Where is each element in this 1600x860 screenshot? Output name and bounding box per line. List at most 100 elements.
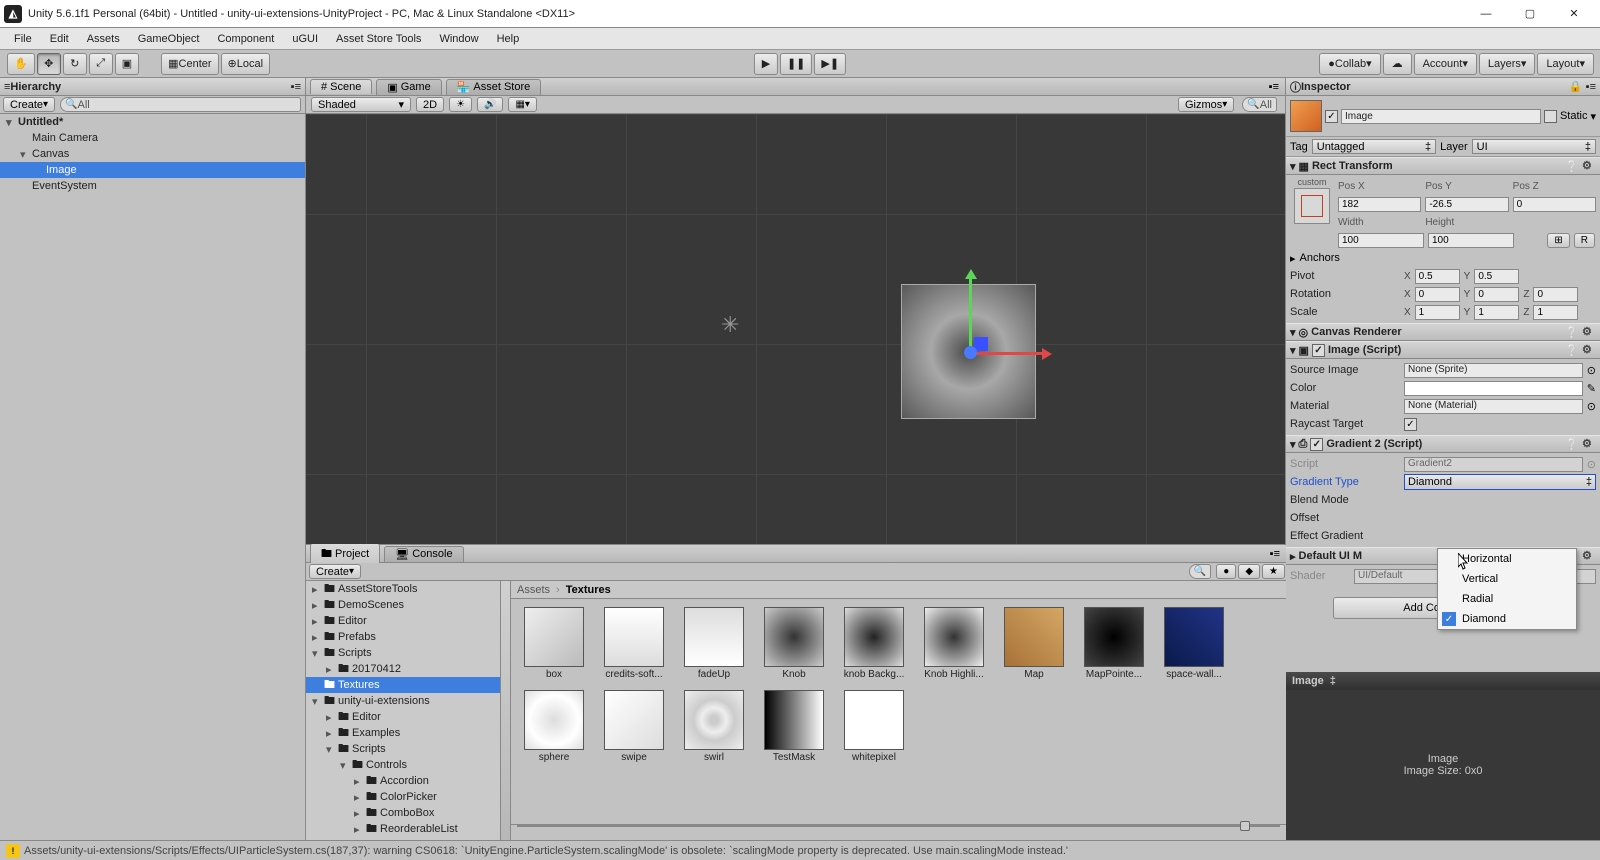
asset-item[interactable]: MapPointe... [1079, 607, 1149, 680]
scale-z-input[interactable] [1533, 305, 1578, 320]
move-handle-center[interactable] [964, 346, 977, 359]
asset-item[interactable]: Knob Highli... [919, 607, 989, 680]
tab-console[interactable]: 🖥Console [384, 546, 463, 562]
project-folder-item[interactable]: ▸🖿ComboBox [306, 805, 500, 821]
pause-button[interactable]: ❚❚ [780, 53, 812, 75]
menu-component[interactable]: Component [209, 31, 282, 47]
hierarchy-item[interactable]: ▾Canvas [0, 146, 305, 162]
gizmos-dropdown[interactable]: Gizmos ▾ [1178, 97, 1234, 112]
tab-assetstore[interactable]: 🏪Asset Store [446, 79, 542, 95]
source-image-field[interactable]: None (Sprite) [1404, 363, 1583, 378]
project-folder-item[interactable]: ▸🖿AssetStoreTools [306, 581, 500, 597]
menu-edit[interactable]: Edit [42, 31, 77, 47]
breadcrumb-assets[interactable]: Assets [517, 584, 550, 596]
project-folder-item[interactable]: ▾🖿Scripts [306, 741, 500, 757]
menu-window[interactable]: Window [431, 31, 486, 47]
project-divider[interactable] [501, 581, 511, 840]
asset-item[interactable]: swirl [679, 690, 749, 763]
anchor-preset-button[interactable] [1294, 188, 1330, 224]
project-thumbnail-slider[interactable] [511, 825, 1286, 827]
status-bar[interactable]: ! Assets/unity-ui-extensions/Scripts/Eff… [0, 840, 1600, 860]
menu-help[interactable]: Help [489, 31, 528, 47]
raw-edit-button[interactable]: R [1574, 233, 1595, 248]
move-handle-y[interactable] [969, 277, 972, 355]
popup-item-horizontal[interactable]: Horizontal [1438, 549, 1576, 569]
asset-item[interactable]: sphere [519, 690, 589, 763]
scale-x-input[interactable] [1415, 305, 1460, 320]
scene-fx-toggle[interactable]: ▦▾ [508, 97, 536, 112]
close-button[interactable]: ✕ [1552, 1, 1596, 27]
project-filter-label[interactable]: ◆ [1238, 564, 1260, 579]
color-field[interactable] [1404, 381, 1583, 396]
popup-item-vertical[interactable]: Vertical [1438, 569, 1576, 589]
component-gear-icon[interactable]: ⚙ [1582, 325, 1596, 339]
draw-mode-dropdown[interactable]: Shaded▾ [311, 97, 411, 112]
project-create-button[interactable]: Create ▾ [309, 564, 361, 579]
gameobject-name-input[interactable] [1341, 109, 1541, 124]
rect-tool-button[interactable]: ▣ [115, 53, 139, 75]
object-picker-icon[interactable]: ⊙ [1587, 458, 1596, 471]
rect-transform-header[interactable]: ▾ ▦ Rect Transform ❔ ⚙ [1286, 157, 1600, 175]
gameobject-icon[interactable] [1290, 100, 1322, 132]
breadcrumb-textures[interactable]: Textures [566, 584, 611, 596]
gradient-type-dropdown[interactable]: Diamond‡ [1404, 474, 1596, 490]
component-gear-icon[interactable]: ⚙ [1582, 343, 1596, 357]
asset-item[interactable]: space-wall... [1159, 607, 1229, 680]
scene-viewport[interactable]: ✳ [306, 114, 1285, 544]
object-picker-icon[interactable]: ⊙ [1587, 400, 1596, 413]
scene-audio-toggle[interactable]: 🔊 [477, 97, 503, 112]
component-gear-icon[interactable]: ⚙ [1582, 437, 1596, 451]
project-save-search[interactable]: ★ [1262, 564, 1285, 579]
inspector-options-icon[interactable]: 🔒 ▪≡ [1569, 80, 1596, 93]
project-folder-item[interactable]: ▸🖿20170412 [306, 661, 500, 677]
image-script-header[interactable]: ▾ ▣ ✓ Image (Script) ❔ ⚙ [1286, 341, 1600, 359]
cloud-button[interactable]: ☁ [1383, 53, 1412, 75]
project-folder-item[interactable]: ▸🖿Editor [306, 709, 500, 725]
popup-item-diamond[interactable]: ✓Diamond [1438, 609, 1576, 629]
asset-item[interactable]: Map [999, 607, 1069, 680]
project-filter-type[interactable]: ● [1216, 564, 1236, 579]
project-folder-item[interactable]: ▾🖿Controls [306, 757, 500, 773]
raycast-target-checkbox[interactable]: ✓ [1404, 418, 1417, 431]
image-enabled-checkbox[interactable]: ✓ [1312, 344, 1325, 357]
posy-input[interactable] [1425, 197, 1508, 212]
menu-file[interactable]: File [6, 31, 40, 47]
hierarchy-tab[interactable]: ≡ Hierarchy ▪≡ [0, 78, 305, 96]
static-dropdown-icon[interactable]: ▾ [1590, 110, 1596, 123]
component-help-icon[interactable]: ❔ [1565, 344, 1579, 357]
asset-item[interactable]: TestMask [759, 690, 829, 763]
play-button[interactable]: ▶ [754, 53, 778, 75]
fold-anchors-icon[interactable]: ▸ [1290, 252, 1296, 265]
preview-header[interactable]: Image‡ [1286, 672, 1600, 690]
hierarchy-item[interactable]: ▾Untitled* [0, 114, 305, 130]
asset-item[interactable]: swipe [599, 690, 669, 763]
layout-button[interactable]: Layout ▾ [1537, 53, 1594, 75]
asset-item[interactable]: whitepixel [839, 690, 909, 763]
component-help-icon[interactable]: ❔ [1565, 160, 1579, 173]
rotate-tool-button[interactable]: ↻ [63, 53, 87, 75]
menu-ugui[interactable]: uGUI [284, 31, 326, 47]
layers-button[interactable]: Layers ▾ [1479, 53, 1536, 75]
static-checkbox[interactable] [1544, 110, 1557, 123]
layer-dropdown[interactable]: UI‡ [1472, 139, 1596, 154]
component-gear-icon[interactable]: ⚙ [1582, 159, 1596, 173]
project-folder-item[interactable]: ▸🖿Examples [306, 725, 500, 741]
scale-tool-button[interactable]: ⤢ [89, 53, 113, 75]
asset-item[interactable]: credits-soft... [599, 607, 669, 680]
hierarchy-search-input[interactable]: 🔍All [60, 97, 301, 112]
tag-dropdown[interactable]: Untagged‡ [1312, 139, 1436, 154]
rot-x-input[interactable] [1415, 287, 1460, 302]
scale-y-input[interactable] [1474, 305, 1519, 320]
scene-light-toggle[interactable]: ☀ [449, 97, 472, 112]
project-folder-item[interactable]: ▸🖿DemoScenes [306, 597, 500, 613]
tab-scene[interactable]: #Scene [310, 79, 372, 94]
menu-assetstore[interactable]: Asset Store Tools [328, 31, 429, 47]
asset-item[interactable]: box [519, 607, 589, 680]
project-folder-tree[interactable]: ▸🖿AssetStoreTools▸🖿DemoScenes▸🖿Editor▸🖿P… [306, 581, 501, 840]
gameobject-active-checkbox[interactable]: ✓ [1325, 110, 1338, 123]
canvas-renderer-header[interactable]: ▾ ◎ Canvas Renderer ❔ ⚙ [1286, 323, 1600, 341]
move-handle-x[interactable] [969, 352, 1044, 355]
component-gear-icon[interactable]: ⚙ [1582, 549, 1596, 563]
step-button[interactable]: ▶❚ [814, 53, 846, 75]
menu-gameobject[interactable]: GameObject [130, 31, 208, 47]
